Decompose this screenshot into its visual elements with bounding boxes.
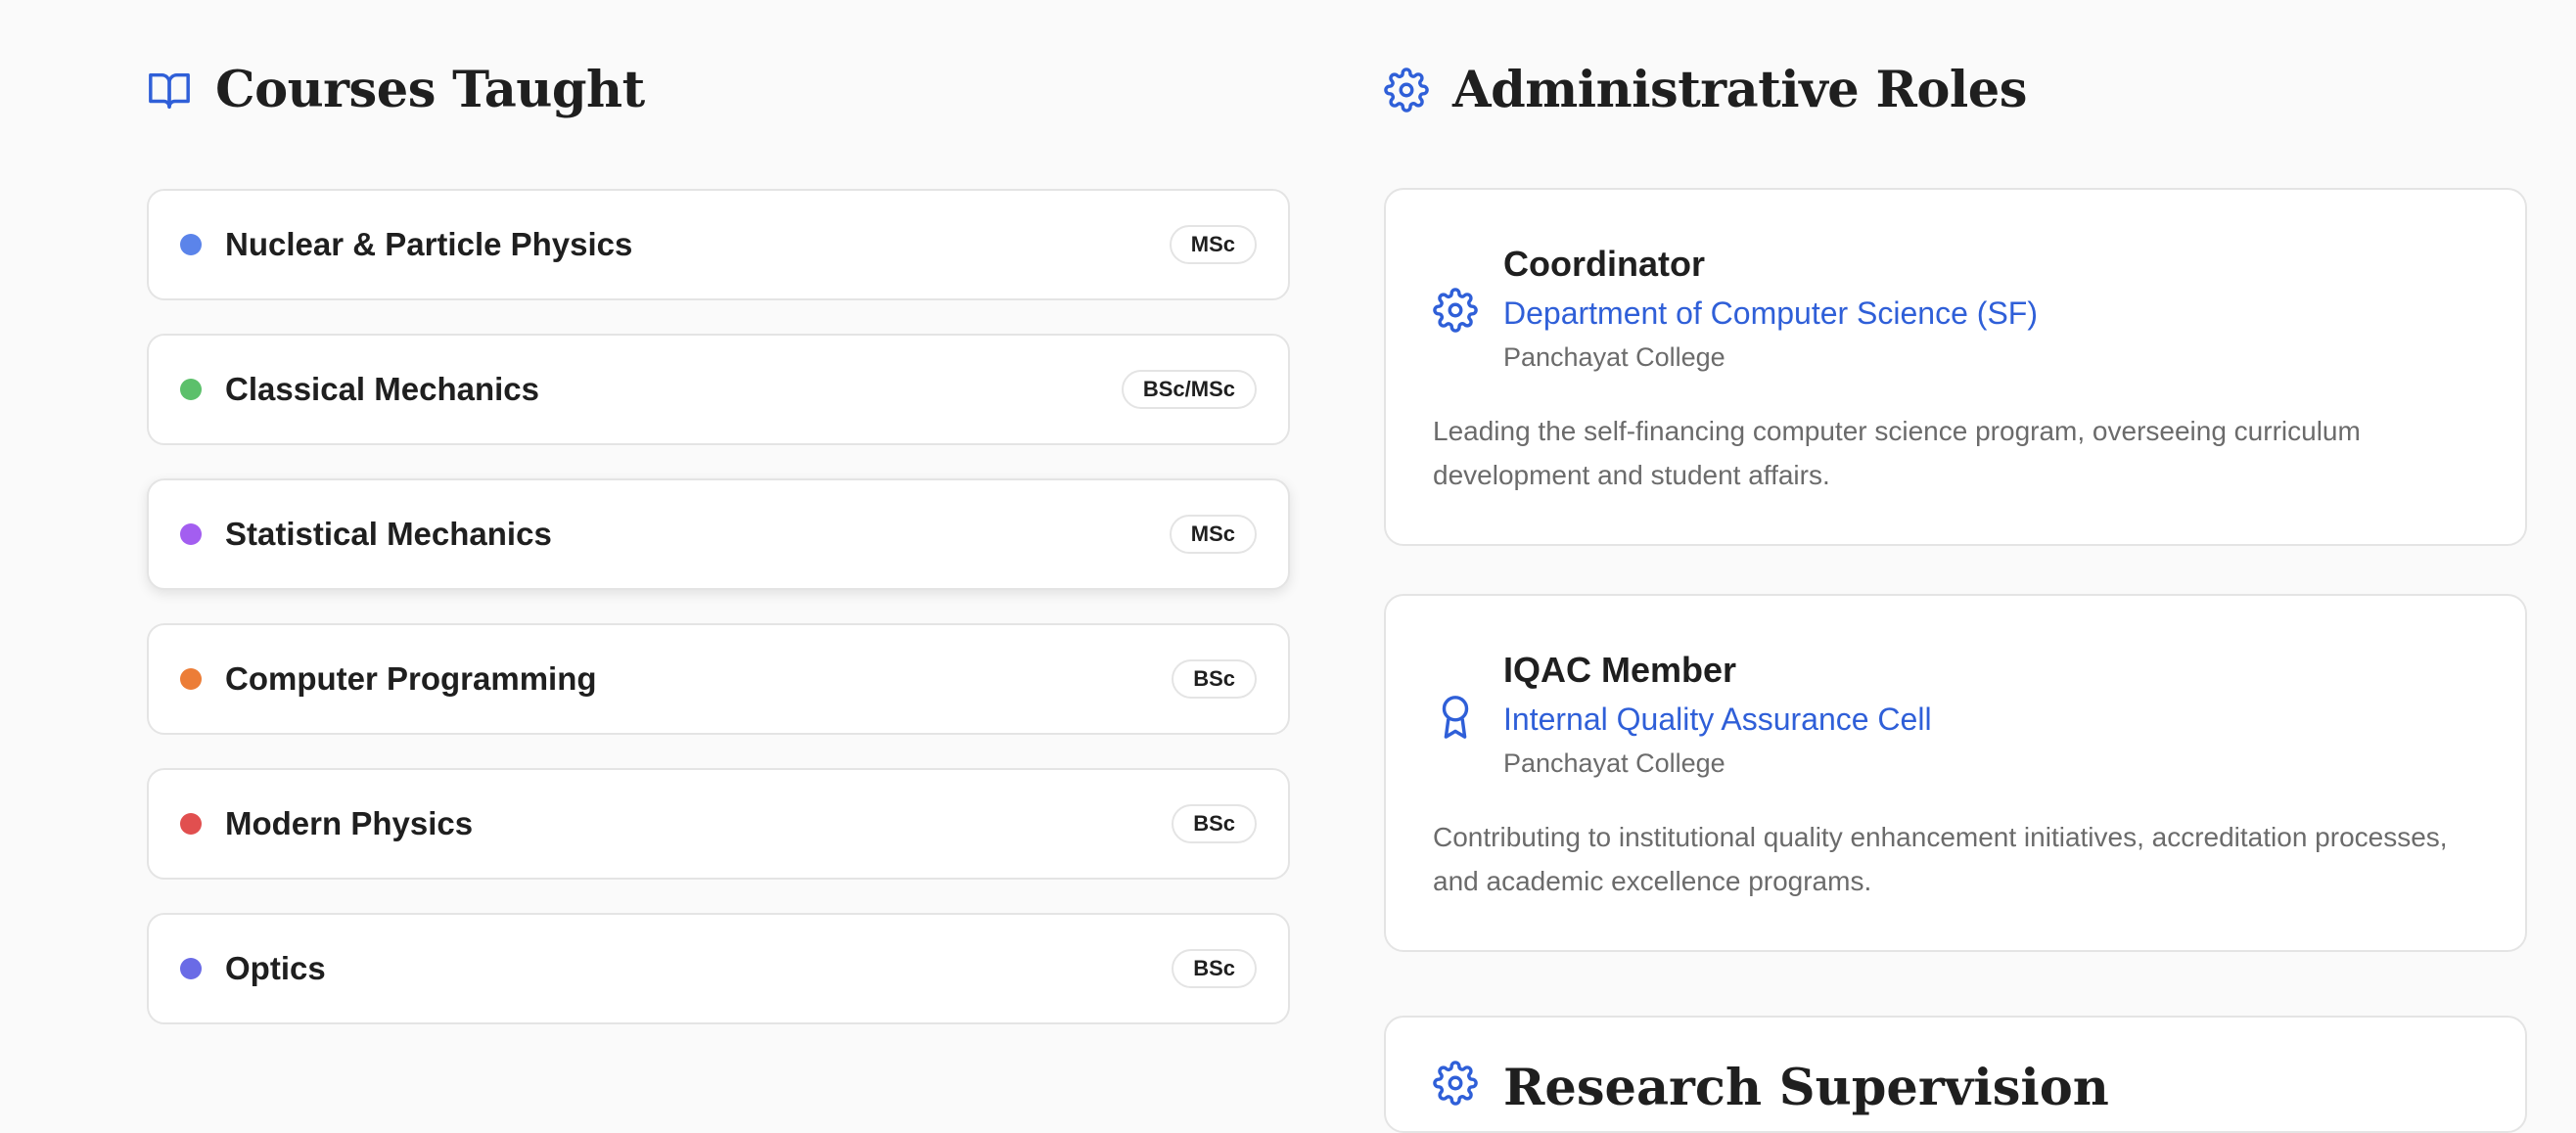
course-name: Optics — [225, 950, 326, 986]
role-header: Coordinator Department of Computer Scien… — [1503, 243, 2038, 376]
role-card-research-supervision: Research Supervision — [1384, 1016, 2527, 1133]
role-title: Research Supervision — [1503, 1059, 2109, 1117]
course-item-statistical-mechanics[interactable]: Statistical Mechanics MSc — [147, 478, 1290, 590]
book-open-icon — [147, 68, 192, 113]
course-name: Nuclear & Particle Physics — [225, 226, 633, 262]
role-title: IQAC Member — [1503, 650, 1737, 690]
courses-section-header: Courses Taught — [147, 61, 645, 119]
course-color-dot — [180, 668, 202, 690]
role-header: IQAC Member Internal Quality Assurance C… — [1503, 649, 1932, 782]
course-level-badge: BSc/MSc — [1121, 370, 1257, 409]
role-card-iqac-member: IQAC Member Internal Quality Assurance C… — [1384, 594, 2527, 952]
gear-icon — [1384, 68, 1429, 113]
award-ribbon-icon — [1433, 694, 1478, 744]
course-color-dot — [180, 379, 202, 400]
course-level-badge: BSc — [1172, 804, 1257, 843]
admin-section-header: Administrative Roles — [1384, 61, 2027, 119]
course-item-modern-physics[interactable]: Modern Physics BSc — [147, 768, 1290, 880]
course-item-classical-mechanics[interactable]: Classical Mechanics BSc/MSc — [147, 334, 1290, 445]
course-level-badge: BSc — [1172, 949, 1257, 988]
role-department: Department of Computer Science (SF) — [1503, 295, 2038, 331]
role-organization: Panchayat College — [1503, 748, 1725, 778]
role-organization: Panchayat College — [1503, 342, 1725, 372]
course-item-nuclear-particle-physics[interactable]: Nuclear & Particle Physics MSc — [147, 189, 1290, 300]
admin-section-title: Administrative Roles — [1452, 61, 2027, 119]
course-level-badge: MSc — [1169, 225, 1257, 264]
role-card-coordinator: Coordinator Department of Computer Scien… — [1384, 188, 2527, 546]
course-name: Classical Mechanics — [225, 371, 540, 407]
course-level-badge: BSc — [1172, 659, 1257, 699]
course-name: Modern Physics — [225, 805, 474, 841]
role-description: Contributing to institutional quality en… — [1433, 822, 2448, 896]
course-color-dot — [180, 234, 202, 255]
course-color-dot — [180, 813, 202, 835]
course-level-badge: MSc — [1169, 515, 1257, 554]
courses-section-title: Courses Taught — [215, 61, 645, 119]
role-description: Leading the self-financing computer scie… — [1433, 416, 2361, 490]
course-list: Nuclear & Particle Physics MSc Classical… — [147, 189, 1290, 1058]
course-color-dot — [180, 523, 202, 545]
course-color-dot — [180, 958, 202, 979]
course-name: Computer Programming — [225, 660, 597, 697]
gear-icon — [1433, 288, 1478, 338]
role-title: Coordinator — [1503, 244, 1705, 284]
role-department: Internal Quality Assurance Cell — [1503, 702, 1932, 737]
gear-icon — [1433, 1061, 1478, 1110]
course-name: Statistical Mechanics — [225, 516, 552, 552]
course-item-computer-programming[interactable]: Computer Programming BSc — [147, 623, 1290, 735]
course-item-optics[interactable]: Optics BSc — [147, 913, 1290, 1024]
